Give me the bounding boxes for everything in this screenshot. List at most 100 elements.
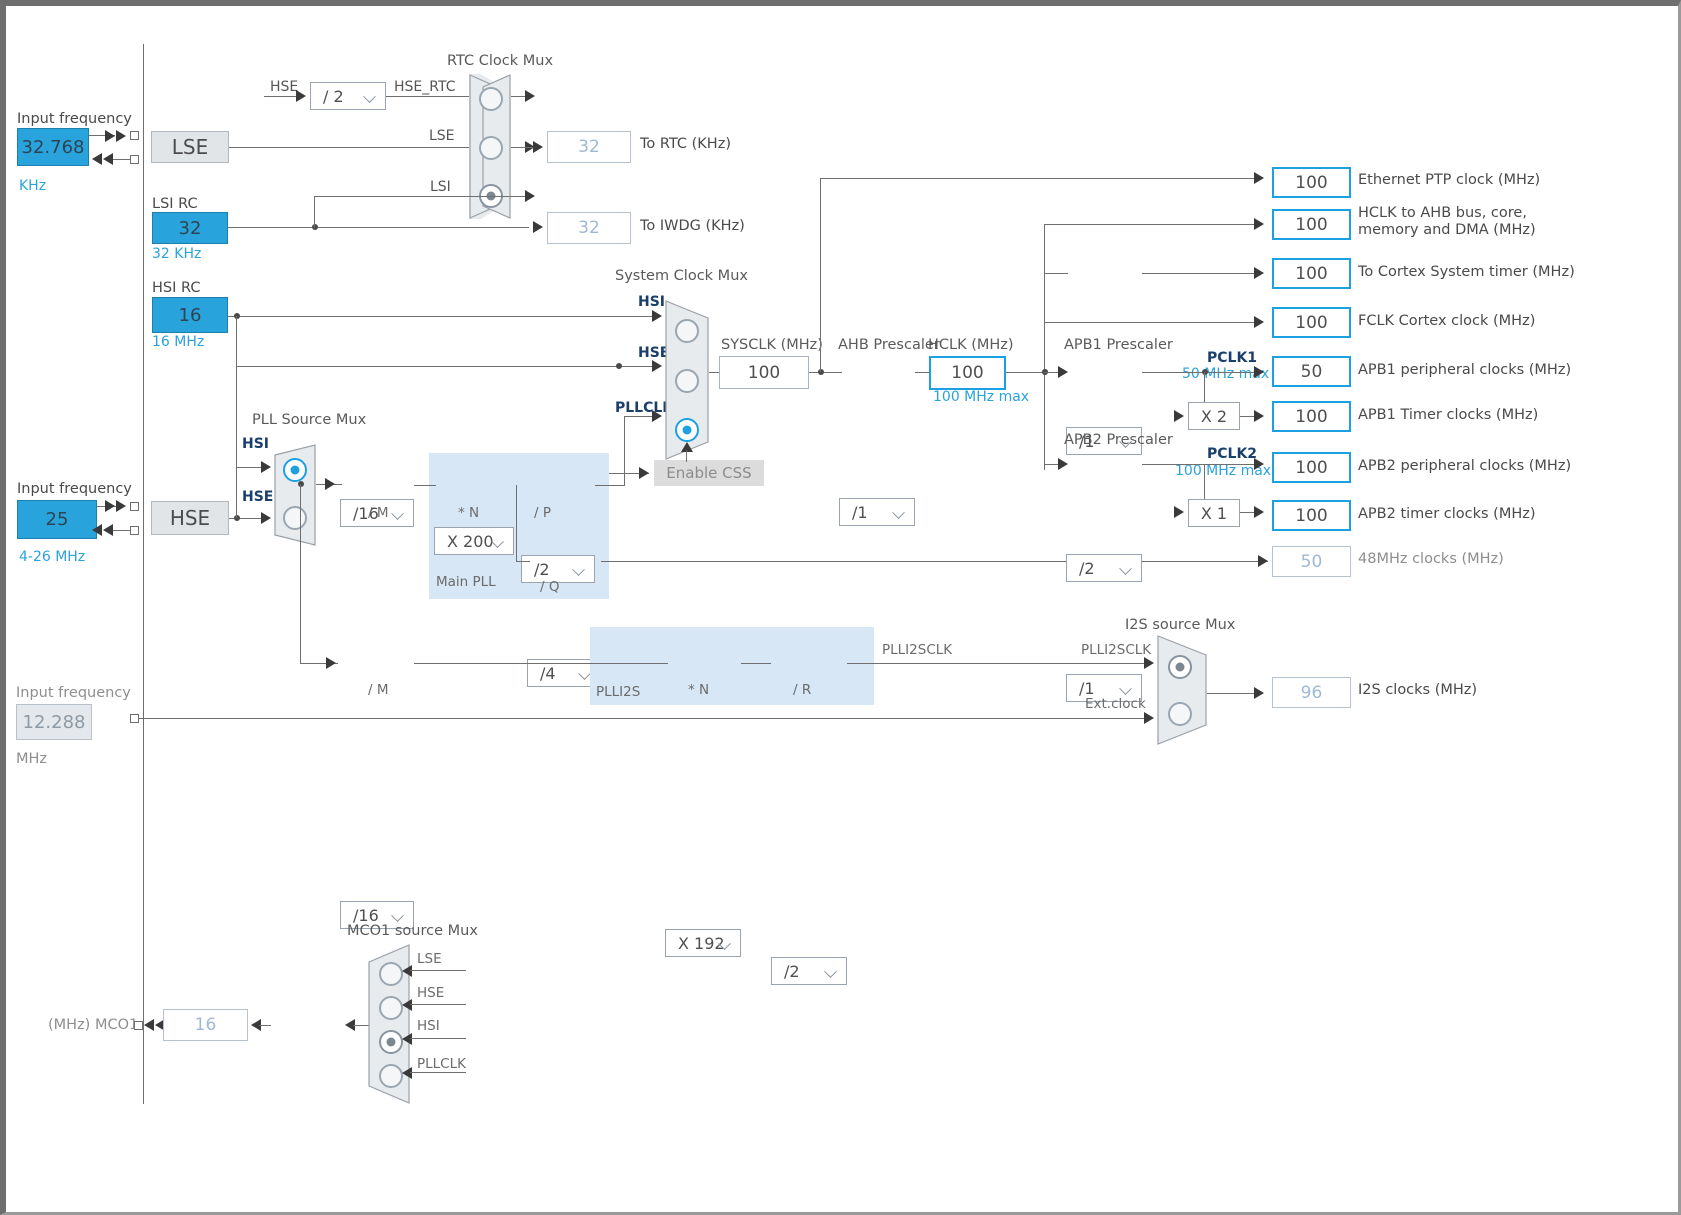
cortex-to-out-arrow [1254,267,1264,279]
lse-input-frequency-field[interactable]: 32.768 [17,128,89,166]
sysmux-option-hse[interactable] [675,369,699,393]
css-feed-arrow [639,467,649,479]
apb1-prescaler-select[interactable]: /2 [1066,554,1142,582]
output-label-apb2-timer: APB2 timer clocks (MHz) [1358,506,1536,522]
mco1-mux-option-lse[interactable] [379,962,403,986]
hse-rtc-signal-label: HSE_RTC [394,79,456,95]
mco1-hsi-wire [410,1038,466,1040]
rtc-mux-option-lse[interactable] [479,136,503,160]
i2s-mux-option-extclock[interactable] [1168,702,1192,726]
i2s-input-frequency-field[interactable]: 12.288 [16,704,92,740]
pll-source-mux[interactable] [274,444,316,546]
sysclk-to-ahb-wire [809,372,842,374]
rtc-lse-label: LSE [429,128,455,144]
lsi-to-mux-arrow [525,190,535,202]
i2smux-out-wire [1207,693,1260,695]
plli2s-r-select[interactable]: /2 [771,957,847,985]
rtc-hse-label: HSE [270,79,299,95]
output-value-i2s: 96 [1272,677,1351,708]
mco1-pllclk-wire [410,1072,466,1074]
pll-n-select[interactable]: X 200 [434,527,514,555]
hse-oscillator-block[interactable]: HSE [151,501,229,535]
i2smux-out-arrow [1254,687,1264,699]
lse-out-pin[interactable] [130,155,139,164]
plli2s-n-select[interactable]: X 192 [665,929,741,957]
lse-oscillator-block[interactable]: LSE [151,131,229,163]
rtc-mux-option-hse-rtc[interactable] [479,87,503,111]
pll-m-label: / M [368,505,389,521]
lse-out-arrow-a [92,153,102,165]
hsi-to-pllmux-arrow [261,461,271,473]
output-value-cortex-systimer: 100 [1272,258,1351,289]
lse-out-arrow-b [103,153,113,165]
apb2-prescaler-label: APB2 Prescaler [1064,432,1173,448]
backbone-bus-line [143,44,145,1104]
apb1-out-wire [1142,372,1260,374]
mco1-mux-option-pllclk[interactable] [379,1064,403,1088]
i2s-mux-option-plli2sclk[interactable] [1168,655,1192,679]
hse-out-pin[interactable] [130,526,139,535]
output-label-apb2-peripheral: APB2 peripheral clocks (MHz) [1358,458,1572,474]
output-label-48mhz: 48MHz clocks (MHz) [1358,551,1504,567]
chevron-down-icon [1121,564,1132,571]
hse-input-frequency-field[interactable]: 25 [17,500,97,539]
apb1-prescaler-label: APB1 Prescaler [1064,337,1173,353]
output-value-apb1-peripheral: 50 [1272,356,1351,387]
ahb-prescaler-select[interactable]: /1 [839,498,915,526]
pllmux-to-plli2s-arrow [326,657,336,669]
mco1-pin-arrow-a [144,1019,154,1031]
hclk-to-ahbbus-wire [1044,224,1260,226]
mco1-mux-option-hse[interactable] [379,996,403,1020]
rtc-hse-divider-select[interactable]: / 2 [310,82,386,110]
chevron-down-icon [720,939,731,946]
output-value-fclk-cortex: 100 [1272,307,1351,338]
hse-out-arrow-b [103,524,113,536]
pll-source-option-hse[interactable] [283,506,307,530]
lsi-rc-value: 32 [152,212,228,244]
sysmux-option-pllclk[interactable] [675,418,699,442]
pll-source-option-hsi[interactable] [283,458,307,482]
i2s-ext-wire [139,718,1149,720]
sysclk-label: SYSCLK (MHz) [721,337,823,353]
hse-to-sysmux-horz [236,366,656,368]
plli2s-m-label: / M [368,682,389,698]
i2s-source-mux[interactable] [1157,635,1207,745]
lsi-to-iwdg-arrow [533,221,543,233]
hse-rtc-arrow [525,90,535,102]
pllmux-to-plli2s-vert [300,484,302,663]
i2s-source-mux-title: I2S source Mux [1125,617,1236,633]
pll-n-to-q-horz [516,561,530,563]
i2s-ext-pin[interactable] [130,714,139,723]
i2s-ext-arrow [1144,712,1154,724]
hclk-to-cortex-wire [1044,273,1068,275]
hsi-rc-title: HSI RC [152,280,201,296]
pll-p-out-wire [595,485,625,487]
mco1-value: 16 [163,1009,248,1041]
to-iwdg-value: 32 [547,212,631,244]
cortex-to-out-wire [1142,273,1260,275]
hsi-to-sysmux-arrow [652,310,662,322]
lsi-rc-sub: 32 KHz [152,246,202,262]
sysclk-to-ptp-vert [820,178,822,372]
enable-css-button[interactable]: Enable CSS [654,460,764,486]
hse-in-pin[interactable] [130,502,139,511]
lse-in-pin[interactable] [130,131,139,140]
hclk-to-apb1-arrow [1058,366,1068,378]
chevron-down-icon [493,537,504,544]
apb2-timer-arrow [1174,506,1184,518]
mco1-mux-option-hsi[interactable] [379,1030,403,1054]
mco1-source-hse-label: HSE [417,985,445,1001]
chevron-down-icon [894,508,905,515]
mco1-pin-label: (MHz) MCO1 [48,1017,139,1033]
hclk-label: HCLK (MHz) [928,337,1014,353]
hclk-to-fclk-wire [1044,322,1260,324]
sysmux-option-hsi[interactable] [675,319,699,343]
apb1-out-arrow [1254,366,1264,378]
ahb-to-hclk-wire [915,372,930,374]
system-clock-mux[interactable] [665,300,709,460]
to-rtc-label: To RTC (KHz) [640,136,731,152]
mco1-pin[interactable] [134,1021,143,1030]
output-label-apb1-peripheral: APB1 peripheral clocks (MHz) [1358,362,1572,378]
mco1-source-mux-title: MCO1 source Mux [347,923,478,939]
mco1-mux-out-wire [353,1025,369,1027]
